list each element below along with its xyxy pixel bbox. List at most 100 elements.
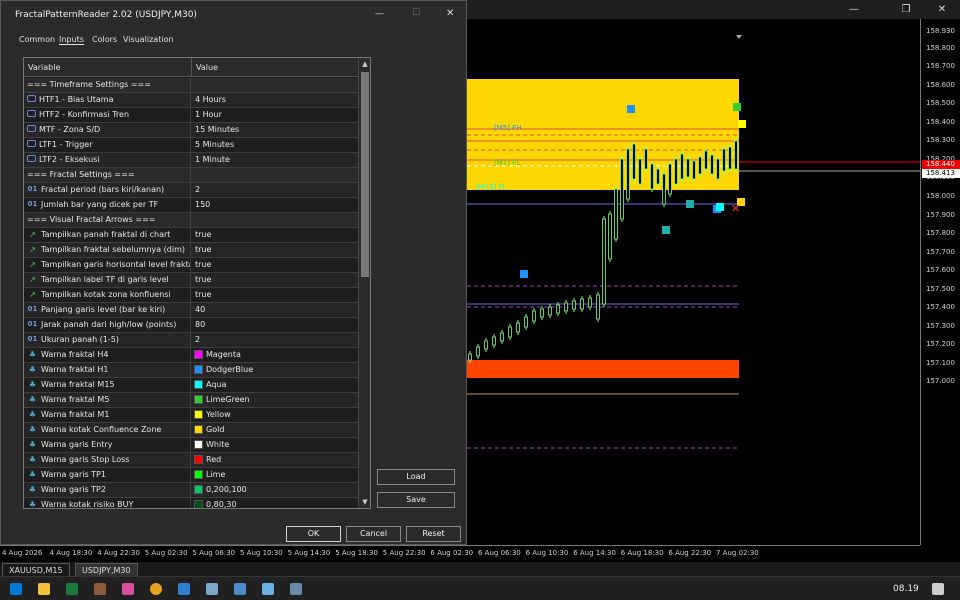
table-row[interactable]: ♣ Warna garis Stop Loss Red [24,453,358,468]
table-row[interactable]: ↗ Tampilkan garis horisontal level frakta… [24,258,358,273]
chrome-icon[interactable] [150,583,162,595]
table-row[interactable]: ♣ Warna fraktal M1 Yellow [24,408,358,423]
value-cell[interactable]: 2 [192,183,358,198]
value-cell[interactable]: Yellow [192,408,358,423]
inputs-table[interactable]: Variable Value === Timeframe Settings ==… [23,57,371,509]
value-cell[interactable]: Red [192,453,358,468]
tab-inputs[interactable]: Inputs [59,35,84,45]
value-cell[interactable]: LimeGreen [192,393,358,408]
ok-button[interactable]: OK [286,526,341,542]
value-cell[interactable] [192,213,358,228]
table-row[interactable]: ↗ Tampilkan fraktal sebelumnya (dim) true [24,243,358,258]
table-row[interactable]: LTF1 - Trigger 5 Minutes [24,138,358,153]
dialog-titlebar[interactable]: FractalPatternReader 2.02 (USDJPY,M30) —… [1,1,466,31]
dialog-minimize-button[interactable]: — [375,9,384,19]
value-cell[interactable]: 40 [192,303,358,318]
color-swatch[interactable] [194,485,203,494]
tab-visualization[interactable]: Visualization [123,35,174,44]
table-row[interactable]: ↗ Tampilkan kotak zona konfluensi true [24,288,358,303]
table-row[interactable]: ♣ Warna garis TP1 Lime [24,468,358,483]
value-cell[interactable]: 80 [192,318,358,333]
value-cell[interactable]: true [192,273,358,288]
table-row[interactable]: 01 Jumlah bar yang dicek per TF 150 [24,198,358,213]
table-row[interactable]: MTF - Zona S/D 15 Minutes [24,123,358,138]
value-cell[interactable]: true [192,228,358,243]
table-row[interactable]: 01 Fractal period (bars kiri/kanan) 2 [24,183,358,198]
table-row[interactable]: ↗ Tampilkan panah fraktal di chart true [24,228,358,243]
table-row[interactable]: ♣ Warna fraktal H4 Magenta [24,348,358,363]
value-cell[interactable]: true [192,243,358,258]
time-scale[interactable]: 4 Aug 2026 4 Aug 18:30 4 Aug 22:30 5 Aug 02… [0,545,920,562]
value-cell[interactable]: 5 Minutes [192,138,358,153]
notification-icon[interactable] [932,583,944,595]
dialog-close-button[interactable]: ✕ [446,8,454,19]
color-swatch[interactable] [194,410,203,419]
chart-tab-usdjpy[interactable]: USDJPY,M30 [75,563,138,576]
table-row[interactable]: 01 Ukuran panah (1-5) 2 [24,333,358,348]
mail-icon[interactable] [234,583,246,595]
value-cell[interactable]: Aqua [192,378,358,393]
minimize-button[interactable]: — [840,0,868,19]
save-button[interactable]: Save [377,492,455,508]
cancel-button[interactable]: Cancel [346,526,401,542]
dialog-maximize-button[interactable]: ☐ [412,8,420,18]
table-row[interactable]: LTF2 - Eksekusi 1 Minute [24,153,358,168]
chart-tab-xauusd[interactable]: XAUUSD,M15 [2,563,70,576]
table-row[interactable]: === Visual Fractal Arrows === [24,213,358,228]
value-cell[interactable]: 2 [192,333,358,348]
table-row[interactable]: ♣ Warna garis TP2 0,200,100 [24,483,358,498]
terminal-icon[interactable] [206,583,218,595]
scroll-up-icon[interactable]: ▲ [359,58,370,70]
table-row[interactable]: === Timeframe Settings === [24,78,358,93]
table-row[interactable]: ♣ Warna garis Entry White [24,438,358,453]
metatrader-icon[interactable] [290,583,302,595]
table-row[interactable]: ♣ Warna kotak Confluence Zone Gold [24,423,358,438]
color-swatch[interactable] [194,395,203,404]
color-swatch[interactable] [194,380,203,389]
file-explorer-icon[interactable] [38,583,50,595]
table-row[interactable]: ↗ Tampilkan label TF di garis level true [24,273,358,288]
price-scale[interactable]: 158.930 158.800 158.700 158.600 158.500 158.4… [920,19,960,545]
table-row[interactable]: 01 Jarak panah dari high/low (points) 80 [24,318,358,333]
table-row[interactable]: ♣ Warna fraktal H1 DodgerBlue [24,363,358,378]
table-row[interactable]: ♣ Warna fraktal M15 Aqua [24,378,358,393]
document-icon[interactable] [262,583,274,595]
column-header-value[interactable]: Value [196,63,218,72]
tab-colors[interactable]: Colors [92,35,117,44]
color-swatch[interactable] [194,455,203,464]
color-swatch[interactable] [194,350,203,359]
value-cell[interactable]: Magenta [192,348,358,363]
color-swatch[interactable] [194,500,203,508]
table-row[interactable]: HTF2 - Konfirmasi Tren 1 Hour [24,108,358,123]
value-cell[interactable]: 0,200,100 [192,483,358,498]
restore-button[interactable]: ❐ [892,0,920,19]
color-swatch[interactable] [194,425,203,434]
value-cell[interactable]: 15 Minutes [192,123,358,138]
color-swatch[interactable] [194,365,203,374]
value-cell[interactable]: Lime [192,468,358,483]
excel-icon[interactable] [66,583,78,595]
scroll-thumb[interactable] [361,72,369,277]
scroll-down-icon[interactable]: ▼ [359,496,370,508]
value-cell[interactable]: 150 [192,198,358,213]
table-scrollbar[interactable]: ▲ ▼ [358,58,370,508]
notepad-icon[interactable] [178,583,190,595]
load-button[interactable]: Load [377,469,455,485]
value-cell[interactable]: true [192,258,358,273]
value-cell[interactable] [192,168,358,183]
value-cell[interactable]: DodgerBlue [192,363,358,378]
table-row[interactable]: ♣ Warna fraktal M5 LimeGreen [24,393,358,408]
value-cell[interactable]: 1 Hour [192,108,358,123]
color-swatch[interactable] [194,470,203,479]
value-cell[interactable]: 1 Minute [192,153,358,168]
value-cell[interactable]: 0,80,30 [192,498,358,508]
start-icon[interactable] [10,583,22,595]
value-cell[interactable]: 4 Hours [192,93,358,108]
value-cell[interactable]: White [192,438,358,453]
maps-icon[interactable] [122,583,134,595]
table-row[interactable]: ♣ Warna kotak risiko BUY 0,80,30 [24,498,358,508]
table-row[interactable]: HTF1 - Bias Utama 4 Hours [24,93,358,108]
clock[interactable]: 08.19 [893,577,919,600]
color-swatch[interactable] [194,440,203,449]
value-cell[interactable] [192,78,358,93]
